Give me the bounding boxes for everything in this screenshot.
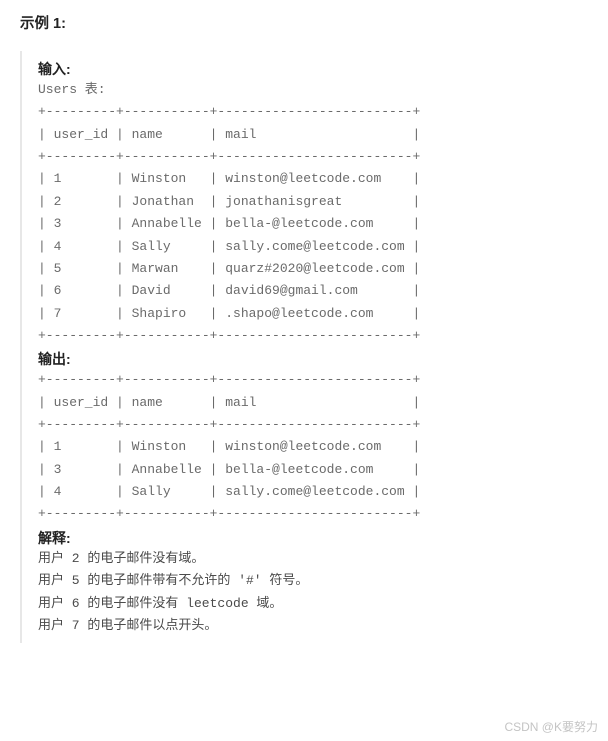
output-table-sep-bot: +---------+-----------+-----------------… xyxy=(38,503,588,525)
table-row: | 2 | Jonathan | jonathanisgreat | xyxy=(38,191,588,213)
explain-label: 解释: xyxy=(38,528,588,548)
example-title: 示例 1: xyxy=(20,12,588,33)
table-row: | 4 | Sally | sally.come@leetcode.com | xyxy=(38,481,588,503)
table-row: | 3 | Annabelle | bella-@leetcode.com | xyxy=(38,213,588,235)
input-table-name: Users 表: xyxy=(38,79,588,101)
input-table-sep-bot: +---------+-----------+-----------------… xyxy=(38,325,588,347)
table-row: | 4 | Sally | sally.come@leetcode.com | xyxy=(38,236,588,258)
table-row: | 5 | Marwan | quarz#2020@leetcode.com | xyxy=(38,258,588,280)
watermark: CSDN @K要努力 xyxy=(504,718,598,735)
input-table-sep-top: +---------+-----------+-----------------… xyxy=(38,101,588,123)
table-row: | 1 | Winston | winston@leetcode.com | xyxy=(38,436,588,458)
input-label: 输入: xyxy=(38,59,588,79)
output-label: 输出: xyxy=(38,349,588,369)
code-block: 输入: Users 表: +---------+-----------+----… xyxy=(20,51,588,643)
table-row: | 6 | David | david69@gmail.com | xyxy=(38,280,588,302)
document-root: 示例 1: 输入: Users 表: +---------+----------… xyxy=(0,0,608,643)
table-row: | 3 | Annabelle | bella-@leetcode.com | xyxy=(38,459,588,481)
explain-line: 用户 5 的电子邮件带有不允许的 '#' 符号。 xyxy=(38,570,588,592)
output-table-sep-mid: +---------+-----------+-----------------… xyxy=(38,414,588,436)
explain-line: 用户 6 的电子邮件没有 leetcode 域。 xyxy=(38,593,588,615)
table-row: | 7 | Shapiro | .shapo@leetcode.com | xyxy=(38,303,588,325)
explain-line: 用户 2 的电子邮件没有域。 xyxy=(38,548,588,570)
table-row: | 1 | Winston | winston@leetcode.com | xyxy=(38,168,588,190)
input-table-header: | user_id | name | mail | xyxy=(38,124,588,146)
input-table-sep-mid: +---------+-----------+-----------------… xyxy=(38,146,588,168)
output-table-header: | user_id | name | mail | xyxy=(38,392,588,414)
explain-line: 用户 7 的电子邮件以点开头。 xyxy=(38,615,588,637)
output-table-sep-top: +---------+-----------+-----------------… xyxy=(38,369,588,391)
